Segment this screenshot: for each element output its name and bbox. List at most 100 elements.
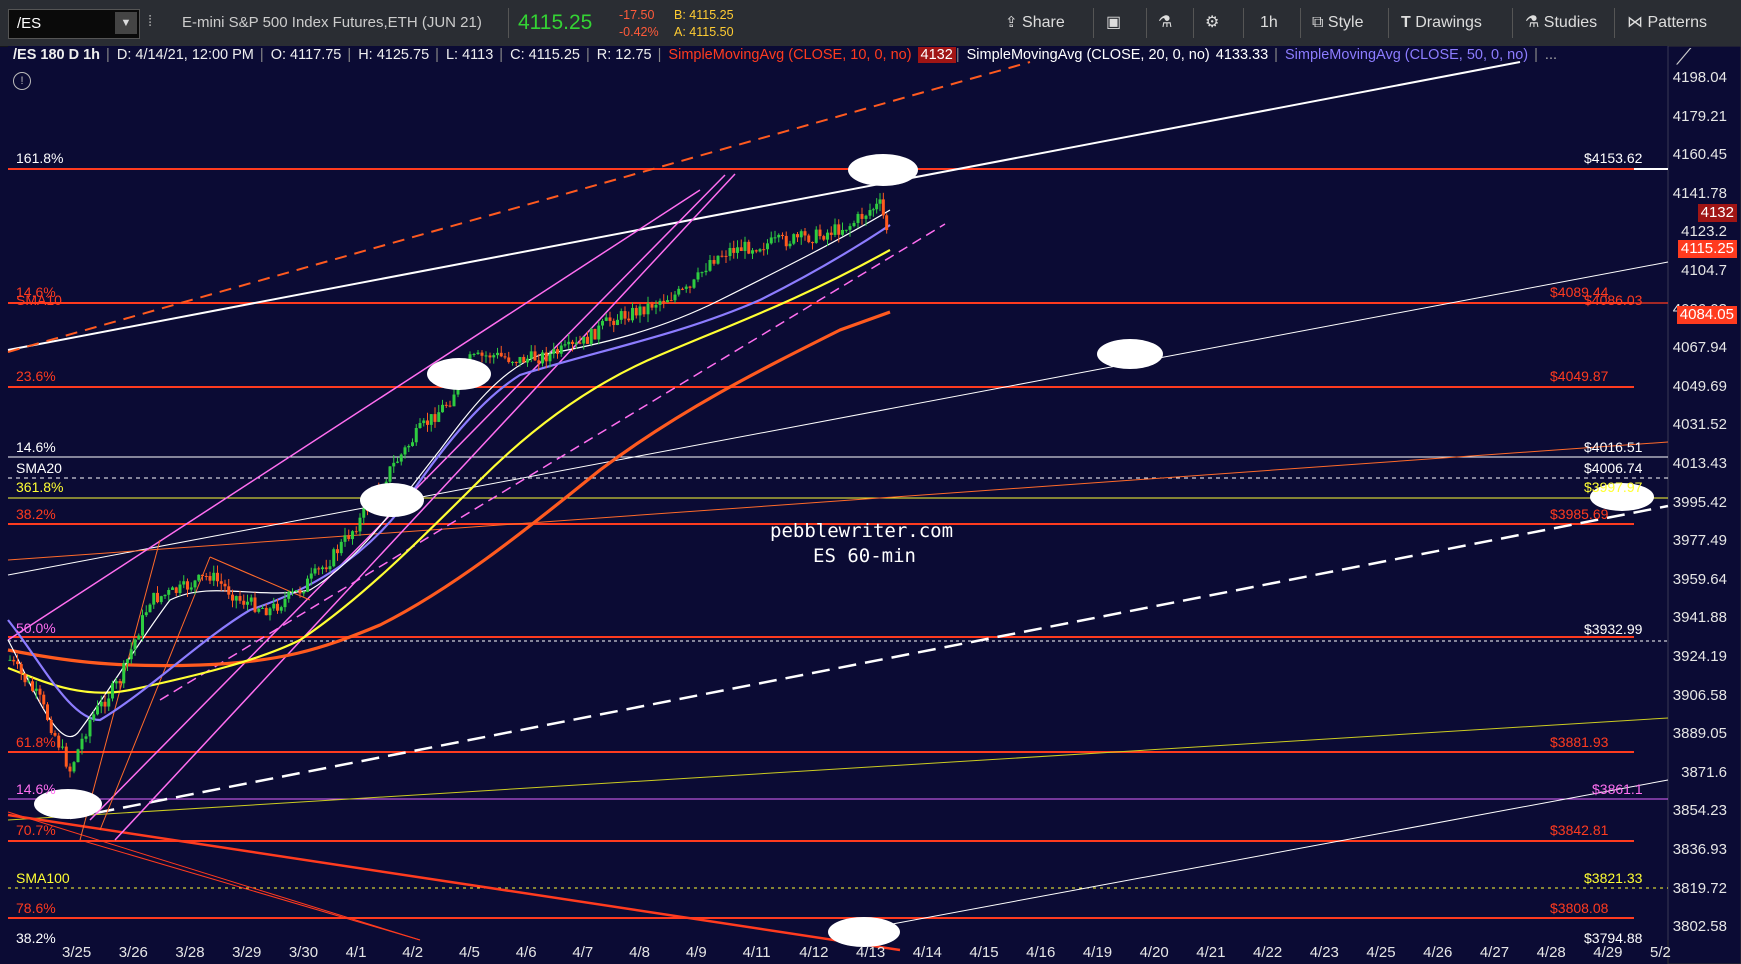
level-label: 70.7%: [16, 822, 56, 838]
candle-body: [182, 581, 186, 585]
candle-body: [681, 288, 684, 290]
candle-body: [133, 639, 137, 650]
drawings-button[interactable]: T Drawings: [1401, 6, 1482, 40]
candle-body: [811, 242, 814, 244]
candle-body: [559, 345, 563, 354]
candle-body: [518, 356, 522, 363]
candle-body: [781, 234, 784, 236]
divider: [1146, 8, 1147, 38]
candle-body: [201, 574, 204, 577]
price-axis-label: 3819.72: [1672, 879, 1727, 897]
candle-body: [339, 541, 343, 554]
candle-body: [186, 581, 189, 590]
ask-price: A: 4115.50: [674, 25, 734, 39]
share-button[interactable]: ⇪ Share: [1005, 6, 1065, 40]
bar-range: R: 12.75: [596, 47, 652, 63]
studies-button[interactable]: ⚗ Studies: [1525, 6, 1597, 40]
price-chart[interactable]: [0, 46, 1741, 964]
candle-body: [860, 213, 864, 219]
candle-body: [129, 649, 133, 660]
divider: [1193, 8, 1194, 38]
candle-body: [658, 300, 662, 305]
sma50-study-label[interactable]: SimpleMovingAvg (CLOSE, 50, 0, no): [1285, 47, 1534, 63]
candle-body: [511, 361, 514, 363]
pattern-icon: ⋈: [1627, 14, 1643, 31]
candle-body: [441, 404, 444, 413]
candle-body: [171, 587, 174, 590]
candle-body: [868, 210, 872, 216]
level-price-label: $3794.88: [1584, 930, 1643, 946]
candle-body: [704, 270, 708, 273]
price-axis-label: 3906.58: [1672, 686, 1727, 704]
watermark-caption: ES 60-min: [813, 545, 916, 567]
candle-body: [309, 573, 313, 579]
time-axis-label: 4/7: [572, 944, 594, 961]
camera-icon[interactable]: ▣: [1106, 6, 1121, 40]
gear-icon[interactable]: ⚙: [1205, 6, 1219, 40]
candle-body: [769, 237, 773, 244]
candle-body: [354, 531, 358, 533]
candle-body: [358, 517, 362, 532]
highlight-ellipse: [828, 917, 900, 947]
candle-body: [111, 683, 114, 699]
price-axis-label: 4179.21: [1672, 107, 1727, 125]
candle-body: [608, 317, 612, 321]
sma20-value: 4133.33: [1215, 47, 1269, 63]
level-label: SMA100: [16, 870, 70, 886]
candle-body: [306, 578, 309, 592]
symbol-input[interactable]: /ES ▼: [8, 9, 140, 39]
chart-tools-icon[interactable]: ⟋: [1676, 44, 1691, 70]
chart-area[interactable]: /ES 180 D 1h | D: 4/14/21, 12:00 PM | O: 4…: [0, 44, 1741, 964]
candle-body: [72, 762, 76, 772]
candle-body: [433, 414, 437, 422]
candle-body: [597, 325, 601, 340]
candle-body: [692, 279, 696, 288]
link-icon[interactable]: ⁞: [148, 13, 152, 30]
candle-body: [541, 352, 544, 364]
more-studies[interactable]: ...: [1545, 47, 1563, 63]
level-price-label: $3821.33: [1584, 870, 1643, 886]
candle-body: [452, 394, 456, 407]
candle-body: [496, 352, 499, 356]
time-axis-label: 4/2: [402, 944, 424, 961]
timeframe-button[interactable]: 1h: [1260, 6, 1278, 40]
candle-body: [107, 698, 111, 707]
candle-body: [826, 232, 829, 240]
candle-body: [537, 360, 541, 364]
level-label: 50.0%: [16, 620, 56, 636]
candle-body: [589, 328, 593, 344]
patterns-button[interactable]: ⋈ Patterns: [1627, 6, 1707, 40]
style-button[interactable]: ⧉ Style: [1312, 6, 1363, 40]
sma10-study-label[interactable]: SimpleMovingAvg (CLOSE, 10, 0, no): [668, 47, 917, 63]
level-price-label: $3881.93: [1550, 734, 1609, 750]
candle-body: [736, 247, 739, 253]
price-axis-label: 3995.42: [1672, 493, 1727, 511]
candle-body: [852, 222, 856, 227]
price-axis-label: 4160.45: [1672, 146, 1727, 164]
candle-body: [227, 586, 231, 595]
info-icon[interactable]: !: [13, 72, 31, 90]
candle-body: [253, 597, 257, 612]
candle-body: [212, 572, 216, 581]
candle-body: [298, 590, 302, 594]
level-label: 361.8%: [16, 479, 64, 495]
price-axis-label: 3802.58: [1672, 918, 1727, 936]
chevron-down-icon[interactable]: ▼: [115, 12, 137, 34]
candle-body: [141, 615, 144, 636]
candle-body: [788, 243, 792, 247]
candle-body: [684, 286, 688, 289]
style-icon: ⧉: [1312, 14, 1324, 31]
candle-body: [362, 508, 366, 518]
candle-body: [837, 224, 841, 235]
sma20-study-label[interactable]: SimpleMovingAvg (CLOSE, 20, 0, no): [967, 47, 1216, 63]
candle-body: [414, 428, 418, 443]
time-axis-label: 4/16: [1026, 944, 1056, 961]
candle-body: [57, 735, 61, 748]
candle-body: [64, 746, 68, 767]
candle-body: [268, 608, 272, 616]
candle-body: [38, 688, 42, 695]
sma10-value: 4132: [917, 47, 956, 63]
flask-icon[interactable]: ⚗: [1158, 6, 1172, 40]
share-icon: ⇪: [1005, 14, 1018, 31]
candle-body: [885, 215, 889, 231]
